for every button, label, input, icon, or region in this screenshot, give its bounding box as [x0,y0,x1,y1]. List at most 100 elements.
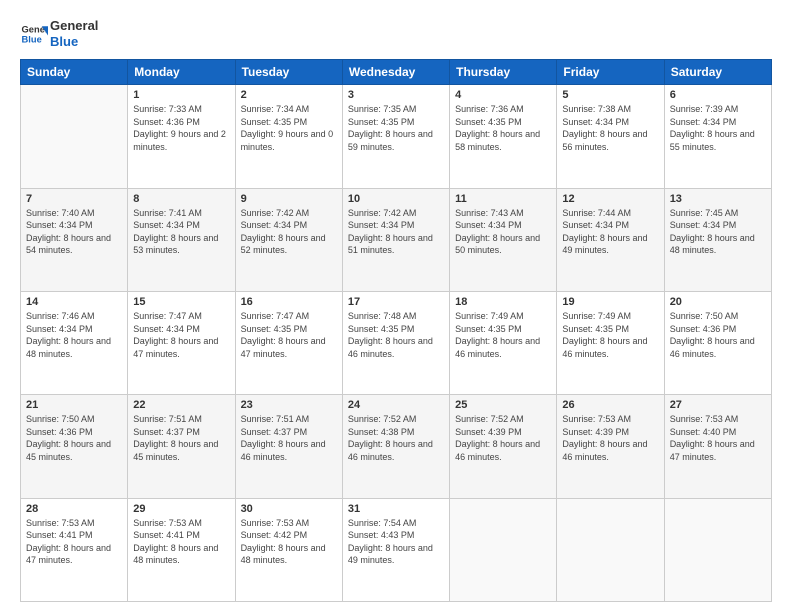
week-row-4: 21 Sunrise: 7:50 AMSunset: 4:36 PMDayligh… [21,395,772,498]
day-info: Sunrise: 7:36 AMSunset: 4:35 PMDaylight:… [455,103,551,153]
day-info: Sunrise: 7:33 AMSunset: 4:36 PMDaylight:… [133,103,229,153]
day-info: Sunrise: 7:51 AMSunset: 4:37 PMDaylight:… [133,413,229,463]
day-number: 16 [241,296,337,308]
weekday-header-friday: Friday [557,60,664,85]
day-cell: 25 Sunrise: 7:52 AMSunset: 4:39 PMDayligh… [450,395,557,498]
day-number: 23 [241,399,337,411]
day-info: Sunrise: 7:52 AMSunset: 4:39 PMDaylight:… [455,413,551,463]
day-info: Sunrise: 7:47 AMSunset: 4:35 PMDaylight:… [241,310,337,360]
day-info: Sunrise: 7:46 AMSunset: 4:34 PMDaylight:… [26,310,122,360]
day-cell: 2Sunrise: 7:34 AMSunset: 4:35 PMDaylight… [235,85,342,188]
day-number: 14 [26,296,122,308]
day-cell: 28 Sunrise: 7:53 AMSunset: 4:41 PMDayligh… [21,498,128,601]
day-number: 28 [26,503,122,515]
day-cell: 21 Sunrise: 7:50 AMSunset: 4:36 PMDayligh… [21,395,128,498]
day-cell: 17 Sunrise: 7:48 AMSunset: 4:35 PMDayligh… [342,291,449,394]
day-info: Sunrise: 7:41 AMSunset: 4:34 PMDaylight:… [133,207,229,257]
day-number: 19 [562,296,658,308]
day-number: 15 [133,296,229,308]
day-cell [557,498,664,601]
day-number: 25 [455,399,551,411]
day-number: 17 [348,296,444,308]
day-number: 21 [26,399,122,411]
day-cell: 11 Sunrise: 7:43 AMSunset: 4:34 PMDayligh… [450,188,557,291]
day-cell: 12Sunrise: 7:44 AMSunset: 4:34 PMDayligh… [557,188,664,291]
day-info: Sunrise: 7:49 AMSunset: 4:35 PMDaylight:… [562,310,658,360]
day-number: 20 [670,296,766,308]
day-number: 5 [562,89,658,101]
day-cell: 9 Sunrise: 7:42 AMSunset: 4:34 PMDaylight… [235,188,342,291]
day-number: 8 [133,193,229,205]
day-info: Sunrise: 7:44 AMSunset: 4:34 PMDaylight:… [562,207,658,257]
day-cell: 18 Sunrise: 7:49 AMSunset: 4:35 PMDayligh… [450,291,557,394]
day-cell: 27 Sunrise: 7:53 AMSunset: 4:40 PMDayligh… [664,395,771,498]
weekday-header-wednesday: Wednesday [342,60,449,85]
day-number: 6 [670,89,766,101]
calendar-page: General Blue General Blue SundayMondayTu… [0,0,792,612]
day-info: Sunrise: 7:39 AMSunset: 4:34 PMDaylight:… [670,103,766,153]
day-info: Sunrise: 7:34 AMSunset: 4:35 PMDaylight:… [241,103,337,153]
day-info: Sunrise: 7:50 AMSunset: 4:36 PMDaylight:… [26,413,122,463]
weekday-header-monday: Monday [128,60,235,85]
day-cell: 29 Sunrise: 7:53 AMSunset: 4:41 PMDayligh… [128,498,235,601]
day-info: Sunrise: 7:42 AMSunset: 4:34 PMDaylight:… [241,207,337,257]
day-info: Sunrise: 7:53 AMSunset: 4:41 PMDaylight:… [26,517,122,567]
day-cell: 13Sunrise: 7:45 AMSunset: 4:34 PMDayligh… [664,188,771,291]
day-cell: 26Sunrise: 7:53 AMSunset: 4:39 PMDayligh… [557,395,664,498]
day-cell: 23 Sunrise: 7:51 AMSunset: 4:37 PMDayligh… [235,395,342,498]
day-number: 29 [133,503,229,515]
day-number: 18 [455,296,551,308]
logo-general: General [50,18,98,34]
week-row-1: 1 Sunrise: 7:33 AMSunset: 4:36 PMDaylight… [21,85,772,188]
day-info: Sunrise: 7:50 AMSunset: 4:36 PMDaylight:… [670,310,766,360]
day-info: Sunrise: 7:35 AMSunset: 4:35 PMDaylight:… [348,103,444,153]
weekday-header-sunday: Sunday [21,60,128,85]
day-number: 4 [455,89,551,101]
logo-icon: General Blue [20,20,48,48]
day-cell: 14 Sunrise: 7:46 AMSunset: 4:34 PMDayligh… [21,291,128,394]
day-cell: 31Sunrise: 7:54 AMSunset: 4:43 PMDayligh… [342,498,449,601]
day-info: Sunrise: 7:49 AMSunset: 4:35 PMDaylight:… [455,310,551,360]
day-cell: 15Sunrise: 7:47 AMSunset: 4:34 PMDayligh… [128,291,235,394]
day-cell: 24Sunrise: 7:52 AMSunset: 4:38 PMDayligh… [342,395,449,498]
day-cell: 7Sunrise: 7:40 AMSunset: 4:34 PMDaylight… [21,188,128,291]
day-info: Sunrise: 7:48 AMSunset: 4:35 PMDaylight:… [348,310,444,360]
day-info: Sunrise: 7:51 AMSunset: 4:37 PMDaylight:… [241,413,337,463]
day-number: 24 [348,399,444,411]
day-number: 26 [562,399,658,411]
weekday-header-tuesday: Tuesday [235,60,342,85]
day-cell: 5Sunrise: 7:38 AMSunset: 4:34 PMDaylight… [557,85,664,188]
day-info: Sunrise: 7:43 AMSunset: 4:34 PMDaylight:… [455,207,551,257]
week-row-5: 28 Sunrise: 7:53 AMSunset: 4:41 PMDayligh… [21,498,772,601]
weekday-header-thursday: Thursday [450,60,557,85]
week-row-2: 7Sunrise: 7:40 AMSunset: 4:34 PMDaylight… [21,188,772,291]
svg-text:Blue: Blue [22,34,42,44]
day-number: 1 [133,89,229,101]
day-number: 11 [455,193,551,205]
day-cell [664,498,771,601]
day-number: 30 [241,503,337,515]
day-info: Sunrise: 7:42 AMSunset: 4:34 PMDaylight:… [348,207,444,257]
day-number: 10 [348,193,444,205]
day-number: 22 [133,399,229,411]
logo: General Blue General Blue [20,18,98,49]
day-info: Sunrise: 7:53 AMSunset: 4:40 PMDaylight:… [670,413,766,463]
day-cell: 6 Sunrise: 7:39 AMSunset: 4:34 PMDaylight… [664,85,771,188]
day-cell: 20 Sunrise: 7:50 AMSunset: 4:36 PMDayligh… [664,291,771,394]
day-cell: 16 Sunrise: 7:47 AMSunset: 4:35 PMDayligh… [235,291,342,394]
day-info: Sunrise: 7:45 AMSunset: 4:34 PMDaylight:… [670,207,766,257]
calendar-table: SundayMondayTuesdayWednesdayThursdayFrid… [20,59,772,602]
day-cell: 3 Sunrise: 7:35 AMSunset: 4:35 PMDaylight… [342,85,449,188]
day-cell: 19 Sunrise: 7:49 AMSunset: 4:35 PMDayligh… [557,291,664,394]
day-number: 27 [670,399,766,411]
day-info: Sunrise: 7:53 AMSunset: 4:41 PMDaylight:… [133,517,229,567]
weekday-header-saturday: Saturday [664,60,771,85]
day-cell [450,498,557,601]
day-cell: 10 Sunrise: 7:42 AMSunset: 4:34 PMDayligh… [342,188,449,291]
week-row-3: 14 Sunrise: 7:46 AMSunset: 4:34 PMDayligh… [21,291,772,394]
day-cell: 22 Sunrise: 7:51 AMSunset: 4:37 PMDayligh… [128,395,235,498]
header: General Blue General Blue [20,18,772,49]
day-number: 3 [348,89,444,101]
day-number: 31 [348,503,444,515]
day-number: 9 [241,193,337,205]
